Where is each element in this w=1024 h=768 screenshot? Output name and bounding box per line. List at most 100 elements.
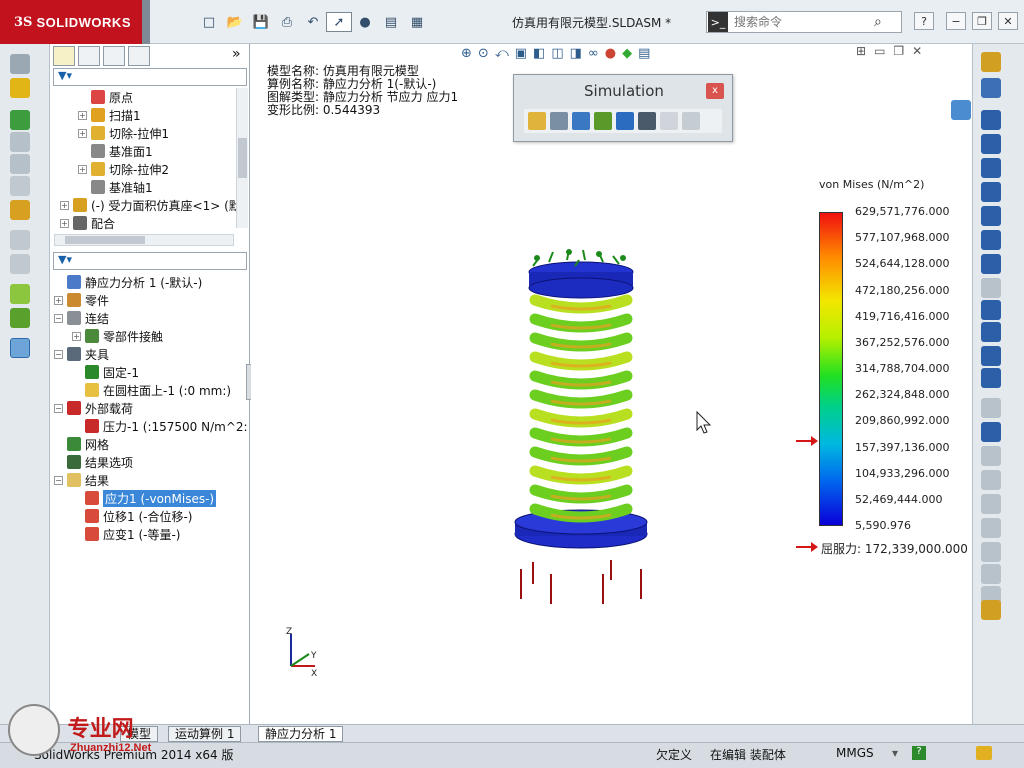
rebuild-icon[interactable]: ● xyxy=(352,12,378,32)
tree-item[interactable]: + (-) 受力面积仿真座<1> (默 xyxy=(60,196,241,214)
rapid-sketch-icon[interactable] xyxy=(981,600,1001,620)
convert-entities-icon[interactable] xyxy=(981,422,1001,442)
results-advisor-icon[interactable] xyxy=(10,230,30,250)
connection-tool-icon[interactable] xyxy=(10,132,30,152)
configuration-manager-tab-icon[interactable] xyxy=(103,46,125,66)
tree-item[interactable]: 在圆柱面上-1 (:0 mm:) xyxy=(72,381,231,399)
search-commands[interactable]: >_ ⌕ xyxy=(706,11,902,33)
fixture-tool-icon[interactable] xyxy=(10,78,30,98)
search-icon[interactable]: ⌕ xyxy=(874,14,882,30)
tree-item[interactable]: − 夹具 xyxy=(54,345,109,363)
smart-dimension-icon[interactable] xyxy=(981,52,1001,72)
restore-button[interactable]: ❐ xyxy=(972,12,992,30)
select-icon[interactable]: ➚ xyxy=(326,12,352,32)
plot-tools-icon[interactable] xyxy=(10,284,30,304)
shell-tool-icon[interactable] xyxy=(10,176,30,196)
feature-manager-tab-icon[interactable] xyxy=(53,46,75,66)
collapse-panel-button[interactable]: » xyxy=(232,46,241,62)
close-button[interactable]: ✕ xyxy=(998,12,1018,30)
tree-item[interactable]: − 连结 xyxy=(54,309,109,327)
point-icon[interactable] xyxy=(981,322,1001,342)
search-input[interactable] xyxy=(734,15,874,29)
scroll-thumb[interactable] xyxy=(65,236,145,244)
tree-expander[interactable]: − xyxy=(54,475,63,485)
tree-vertical-scrollbar[interactable] xyxy=(236,88,248,228)
tree-expander[interactable]: + xyxy=(78,110,87,120)
tree-item[interactable]: + 切除-拉伸1 xyxy=(78,124,169,142)
rectangle-icon[interactable] xyxy=(981,134,1001,154)
mirror-icon[interactable] xyxy=(981,470,1001,490)
centerline-icon[interactable] xyxy=(981,346,1001,366)
report-icon[interactable] xyxy=(10,338,30,358)
tree-expander[interactable]: + xyxy=(60,218,69,228)
tree-expander[interactable]: − xyxy=(54,313,63,323)
slot-icon[interactable] xyxy=(981,158,1001,178)
tab-motion-study[interactable]: 运动算例 1 xyxy=(168,726,242,742)
spline-icon[interactable] xyxy=(981,230,1001,250)
tree-item[interactable]: 网格 xyxy=(54,435,109,453)
tree-item[interactable]: 应变1 (-等量-) xyxy=(72,525,180,543)
polygon-icon[interactable] xyxy=(981,300,1001,320)
deformed-result-icon[interactable] xyxy=(10,308,30,328)
fillet-icon[interactable] xyxy=(981,278,1001,298)
tree-item[interactable]: 结果选项 xyxy=(54,453,133,471)
help-button[interactable]: ? xyxy=(914,12,934,30)
open-icon[interactable]: 📂 xyxy=(222,12,248,32)
tree-item[interactable]: 应力1 (-vonMises-) xyxy=(72,489,217,507)
study-icon[interactable] xyxy=(10,54,30,74)
undo-icon[interactable]: ↶ xyxy=(300,12,326,32)
tree-item[interactable]: − 外部载荷 xyxy=(54,399,133,417)
tree-expander[interactable]: − xyxy=(54,349,63,359)
print-icon[interactable]: ⎙ xyxy=(274,12,300,32)
display-manager-tab-icon[interactable] xyxy=(128,46,150,66)
feature-filter[interactable]: ▼▾ xyxy=(53,68,247,86)
units-system[interactable]: MMGS xyxy=(836,746,874,760)
tree-item[interactable]: 位移1 (-合位移-) xyxy=(72,507,192,525)
tag-icon[interactable] xyxy=(981,78,1001,98)
load-tool-icon[interactable] xyxy=(10,110,30,130)
circle-icon[interactable] xyxy=(981,182,1001,202)
tree-item[interactable]: + 零部件接触 xyxy=(72,327,163,345)
tags-icon[interactable] xyxy=(976,746,992,760)
pattern-icon[interactable] xyxy=(981,494,1001,514)
compare-icon[interactable] xyxy=(10,254,30,274)
tree-expander[interactable]: + xyxy=(72,331,81,341)
options-icon[interactable]: ▦ xyxy=(404,12,430,32)
tree-expander[interactable]: + xyxy=(54,295,63,305)
tree-item[interactable]: 原点 xyxy=(78,88,133,106)
move-entities-icon[interactable] xyxy=(981,518,1001,538)
tree-expander[interactable]: + xyxy=(60,200,69,210)
tree-item[interactable]: − 结果 xyxy=(54,471,109,489)
property-manager-tab-icon[interactable] xyxy=(78,46,100,66)
simulation-filter[interactable]: ▼▾ xyxy=(53,252,247,270)
offset-icon[interactable] xyxy=(981,446,1001,466)
tab-static-study[interactable]: 静应力分析 1 xyxy=(258,726,344,742)
design-library-icon[interactable] xyxy=(951,100,971,120)
tree-item[interactable]: + 扫描1 xyxy=(78,106,141,124)
line-icon[interactable] xyxy=(981,110,1001,130)
tree-item[interactable]: 固定-1 xyxy=(72,363,139,381)
tree-horizontal-scrollbar[interactable] xyxy=(54,234,234,246)
tree-item[interactable]: + 配合 xyxy=(60,214,115,232)
graphics-area[interactable]: ⊕ ⊙ ⤺ ▣ ◧ ◫ ◨ ∞ ● ◆ ▤ ⊞ ▭ ❐ ✕ 模型名称: 仿真用有… xyxy=(251,44,971,724)
trim-icon[interactable] xyxy=(981,398,1001,418)
units-dropdown-icon[interactable]: ▾ xyxy=(892,746,898,760)
solidworks-logo[interactable]: 3S SOLIDWORKS xyxy=(0,0,142,44)
minimize-button[interactable]: − xyxy=(946,12,966,30)
arc-icon[interactable] xyxy=(981,206,1001,226)
ellipse-icon[interactable] xyxy=(981,254,1001,274)
tree-item[interactable]: 压力-1 (:157500 N/m^2: xyxy=(72,417,248,435)
repair-icon[interactable] xyxy=(981,564,1001,584)
mesh-tool-icon[interactable] xyxy=(10,154,30,174)
tree-expander[interactable]: − xyxy=(54,403,63,413)
file-properties-icon[interactable]: ▤ xyxy=(378,12,404,32)
text-icon[interactable] xyxy=(981,368,1001,388)
tree-expander[interactable]: + xyxy=(78,128,87,138)
tree-item[interactable]: 基准轴1 xyxy=(78,178,153,196)
status-help-icon[interactable]: ? xyxy=(912,746,926,760)
save-icon[interactable]: 💾 xyxy=(248,12,274,32)
scroll-thumb[interactable] xyxy=(238,138,247,178)
menu-pin[interactable] xyxy=(142,0,150,44)
tree-expander[interactable]: + xyxy=(78,164,87,174)
tree-item[interactable]: 静应力分析 1 (-默认-) xyxy=(54,273,202,291)
